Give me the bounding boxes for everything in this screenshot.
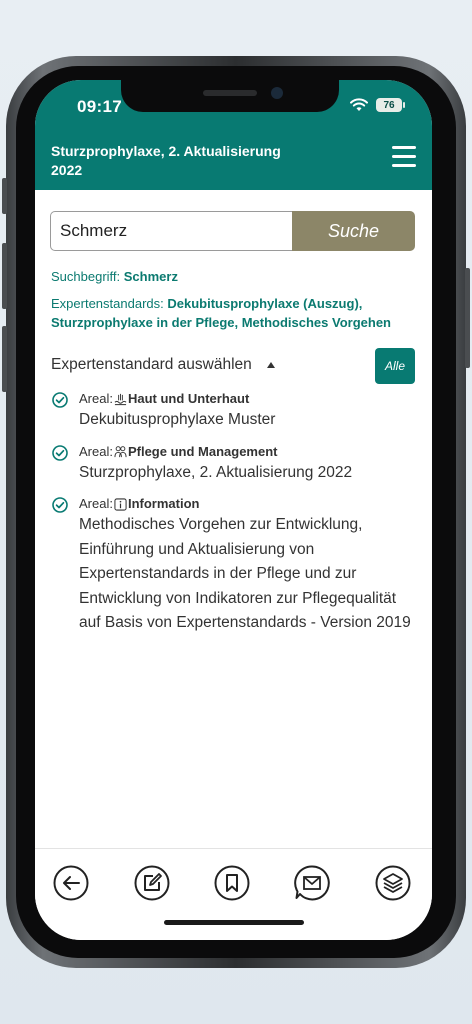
power-button bbox=[465, 268, 470, 368]
areal-label: Areal: bbox=[79, 443, 113, 459]
menu-icon[interactable] bbox=[392, 146, 416, 168]
search-term-line: Suchbegriff: Schmerz bbox=[51, 267, 178, 286]
result-title[interactable]: Dekubitusprophylaxe Muster bbox=[79, 408, 411, 433]
status-time: 09:17 bbox=[77, 97, 122, 116]
areal-label: Areal: bbox=[79, 391, 113, 406]
list-item[interactable]: Areal: Haut und Unterhaut Dekubitusproph… bbox=[51, 390, 411, 433]
edit-icon[interactable] bbox=[134, 865, 170, 901]
areal-name: Haut und Unterhaut bbox=[127, 391, 250, 406]
search-term-label: Suchbegriff: bbox=[51, 269, 121, 284]
people-icon bbox=[114, 446, 127, 458]
list-item[interactable]: Areal: Pflege und Management Sturzprophy… bbox=[51, 443, 411, 486]
speaker bbox=[203, 90, 257, 96]
bookmark-icon[interactable] bbox=[214, 865, 250, 901]
check-circle-icon bbox=[52, 392, 68, 408]
volume-down-button bbox=[2, 326, 7, 392]
page-title: Sturzprophylaxe, 2. Aktualisierung 2022 bbox=[51, 143, 281, 178]
search-input[interactable] bbox=[50, 211, 292, 251]
search-term-value: Schmerz bbox=[123, 269, 178, 284]
check-circle-icon bbox=[52, 497, 68, 513]
standards-line: Expertenstandards: Dekubitusprophylaxe (… bbox=[51, 294, 416, 332]
standard-selector-label[interactable]: Expertenstandard auswählen bbox=[51, 356, 252, 374]
areal-label: Areal: bbox=[79, 496, 113, 511]
areal-name: Pflege und Management bbox=[127, 443, 278, 459]
back-icon[interactable] bbox=[53, 865, 89, 901]
volume-up-button bbox=[2, 243, 7, 309]
search-button[interactable]: Suche bbox=[292, 211, 415, 251]
areal-line: Areal: Pflege und Management bbox=[79, 443, 411, 461]
menu-bar bbox=[392, 155, 416, 158]
areal-name: Information bbox=[127, 496, 200, 511]
standards-label: Expertenstandards: bbox=[51, 296, 164, 311]
menu-bar bbox=[392, 164, 416, 167]
camera bbox=[271, 87, 283, 99]
result-title[interactable]: Methodisches Vorgehen zur Entwicklung, E… bbox=[79, 513, 411, 636]
layers-icon[interactable] bbox=[375, 865, 411, 901]
battery-icon: 76 bbox=[376, 98, 405, 112]
wifi-icon bbox=[350, 98, 368, 111]
result-list: Areal: Haut und Unterhaut Dekubitusproph… bbox=[51, 390, 411, 646]
info-icon bbox=[114, 497, 127, 511]
list-item[interactable]: Areal: Information Methodisches Vorgehen… bbox=[51, 495, 411, 636]
home-indicator[interactable] bbox=[164, 920, 304, 925]
bottom-toolbar bbox=[35, 848, 432, 940]
search-bar: Suche bbox=[50, 211, 415, 251]
silent-switch bbox=[2, 178, 7, 214]
status-icons: 76 bbox=[350, 98, 405, 112]
menu-bar bbox=[392, 146, 416, 149]
app-screen: 09:17 76 Sturzprophylaxe, 2. Aktualisier… bbox=[35, 80, 432, 940]
app-header: 09:17 76 Sturzprophylaxe, 2. Aktualisier… bbox=[35, 80, 432, 190]
caret-up-icon[interactable] bbox=[267, 362, 275, 368]
notch bbox=[121, 80, 339, 112]
message-icon[interactable] bbox=[294, 865, 330, 901]
areal-line: Areal: Information bbox=[79, 495, 411, 513]
skin-icon bbox=[114, 393, 127, 405]
all-button[interactable]: Alle bbox=[375, 348, 415, 384]
standard-selector: Expertenstandard auswählen Alle bbox=[51, 348, 415, 384]
areal-line: Areal: Haut und Unterhaut bbox=[79, 390, 411, 408]
result-title[interactable]: Sturzprophylaxe, 2. Aktualisierung 2022 bbox=[79, 461, 411, 486]
check-circle-icon bbox=[52, 444, 68, 461]
